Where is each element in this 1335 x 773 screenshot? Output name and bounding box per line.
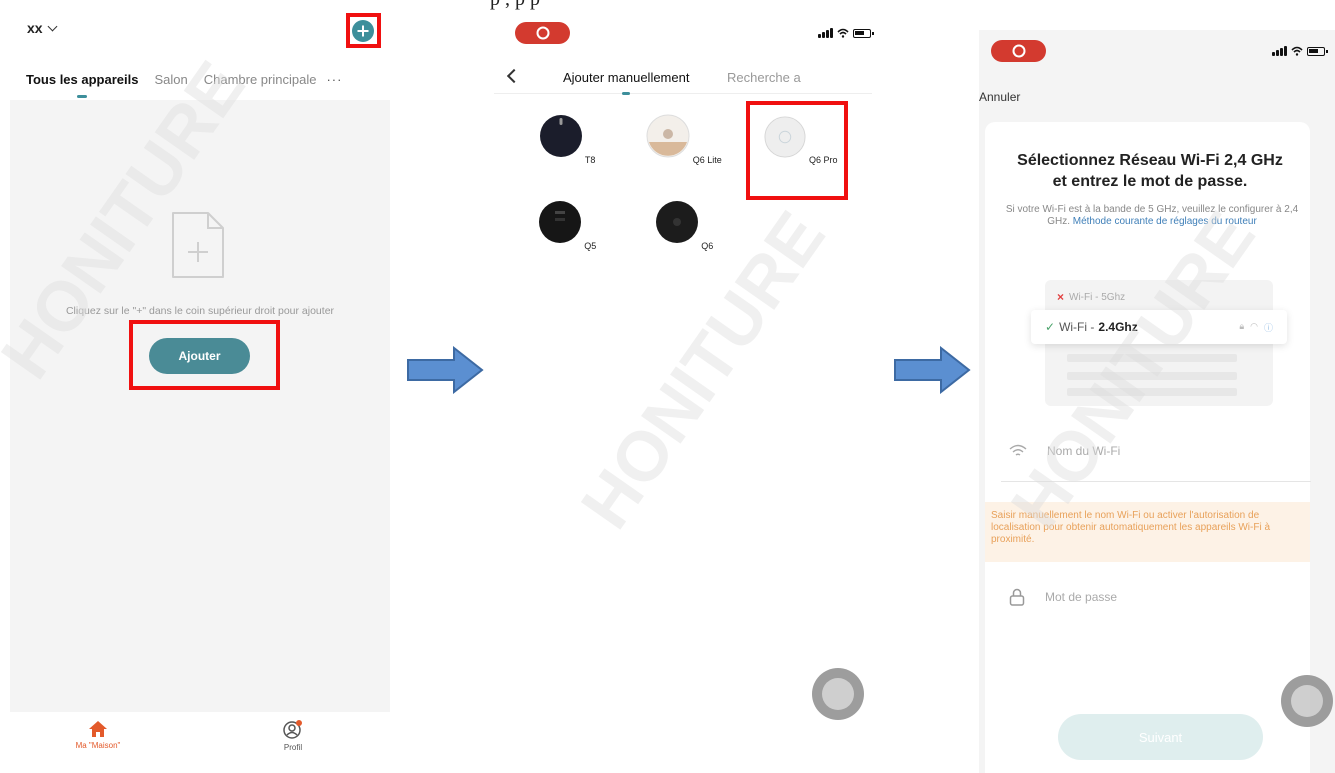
nav-profile[interactable]: Profil: [243, 720, 343, 752]
password-placeholder: Mot de passe: [1045, 590, 1118, 604]
home-name: xx: [27, 20, 43, 36]
screen-wifi-setup: Annuler Sélectionnez Réseau Wi-Fi 2,4 GH…: [979, 30, 1335, 773]
caption-text: p , p p: [490, 0, 540, 11]
password-field[interactable]: Mot de passe: [1009, 582, 1309, 612]
wifi-name-field[interactable]: Nom du Wi-Fi: [1009, 436, 1309, 466]
assistive-touch-button[interactable]: [1281, 675, 1333, 727]
wifi-illustration: × Wi-Fi - 5Ghz ✓ Wi-Fi - 2.4Ghz 🔒︎ ◠ ⓘ: [1031, 280, 1287, 406]
battery-icon: [852, 29, 874, 38]
back-icon[interactable]: [506, 68, 522, 84]
highlight-box-q6-pro: [746, 101, 848, 200]
lock-icon: [1009, 588, 1025, 606]
router-help-link[interactable]: Méthode courante de réglages du routeur: [1073, 216, 1257, 227]
battery-icon: [1306, 47, 1328, 56]
status-bar-icons: [818, 28, 874, 38]
empty-file-icon: [172, 212, 224, 278]
home-selector[interactable]: xx: [27, 20, 58, 36]
page-title: Sélectionnez Réseau Wi-Fi 2,4 GHz et ent…: [985, 150, 1315, 192]
signal-icon: [1272, 46, 1287, 56]
top-bar: xx: [10, 0, 390, 58]
tab-salon[interactable]: Salon: [154, 72, 187, 87]
device-q5[interactable]: Q5: [522, 200, 612, 251]
wifi-24-band: 2.4Ghz: [1098, 320, 1138, 334]
status-bar-icons: [1272, 46, 1328, 56]
tab-search[interactable]: Recherche a: [727, 70, 801, 85]
wifi-5-band: 5Ghz: [1101, 291, 1126, 303]
device-t8[interactable]: T8: [522, 114, 612, 165]
device-label: T8: [584, 155, 596, 165]
wifi-form-card: Sélectionnez Réseau Wi-Fi 2,4 GHz et ent…: [985, 122, 1311, 773]
nav-home-label: Ma "Maison": [75, 741, 121, 750]
room-tabs: Tous les appareils Salon Chambre princip…: [10, 66, 390, 92]
home-icon: [89, 721, 107, 737]
lock-icon: 🔒︎: [1239, 321, 1245, 331]
add-header: Ajouter manuellement Recherche a: [494, 62, 872, 94]
device-label: Q5: [584, 241, 597, 251]
nav-profile-label: Profil: [283, 743, 303, 752]
wifi-band-hint: Si votre Wi-Fi est à la bande de 5 GHz, …: [997, 204, 1307, 228]
info-icon: ⓘ: [1263, 323, 1273, 333]
wifi-5ghz-row: × Wi-Fi - 5Ghz: [1057, 290, 1125, 304]
highlight-box-add-icon: [346, 13, 381, 48]
wifi-5-prefix: Wi-Fi -: [1069, 291, 1102, 303]
wifi-icon: [1009, 444, 1027, 456]
cancel-button[interactable]: Annuler: [979, 90, 1020, 104]
robot-t8-icon: [539, 115, 582, 157]
wifi-24ghz-row: ✓ Wi-Fi - 2.4Ghz 🔒︎ ◠ ⓘ: [1031, 310, 1287, 344]
profile-icon: [283, 720, 302, 739]
tab-add-manually[interactable]: Ajouter manuellement: [563, 70, 689, 85]
signal-icon: [818, 28, 833, 38]
nav-home[interactable]: Ma "Maison": [48, 720, 148, 750]
check-icon: ✓: [1045, 320, 1056, 334]
wifi-row-icons: 🔒︎ ◠ ⓘ: [1239, 321, 1273, 334]
robot-q6-icon: [655, 201, 698, 243]
tab-all-devices[interactable]: Tous les appareils: [26, 72, 138, 87]
wifi-icon: ◠: [1250, 321, 1258, 331]
device-q6-lite[interactable]: Q6 Lite: [639, 114, 729, 165]
wifi-24-prefix: Wi-Fi -: [1059, 320, 1095, 334]
placeholder-line: [1067, 372, 1237, 380]
empty-state-text: Cliquez sur le "+" dans le coin supérieu…: [65, 305, 335, 317]
highlight-box-add-button: [129, 320, 280, 390]
robot-q5-icon: [538, 201, 581, 243]
wifi-name-placeholder: Nom du Wi-Fi: [1047, 444, 1121, 458]
assistive-touch-button[interactable]: [812, 668, 864, 720]
location-warning: Saisir manuellement le nom Wi-Fi ou acti…: [985, 502, 1310, 562]
cross-icon: ×: [1057, 290, 1065, 304]
arrow-right-icon: [407, 346, 484, 394]
placeholder-line: [1067, 354, 1237, 362]
device-label: Q6: [701, 241, 714, 251]
device-label: Q6 Lite: [692, 155, 722, 165]
chevron-down-icon: [47, 21, 58, 31]
recording-indicator: [991, 40, 1046, 62]
title-line-1: Sélectionnez Réseau Wi-Fi 2,4 GHz: [1017, 152, 1283, 169]
arrow-right-icon: [894, 346, 971, 394]
tab-chambre-principale[interactable]: Chambre principale: [204, 72, 317, 87]
empty-state-area: Cliquez sur le "+" dans le coin supérieu…: [10, 100, 390, 712]
stage: p , p p xx Tous les appareils Salon Cham…: [0, 0, 1335, 773]
robot-q6-lite-icon: [646, 114, 690, 158]
wifi-status-icon: [836, 28, 849, 38]
divider: [1001, 481, 1311, 482]
screen-home: xx Tous les appareils Salon Chambre prin…: [10, 0, 390, 773]
title-line-2: et entrez le mot de passe.: [1052, 173, 1248, 190]
device-q6[interactable]: Q6: [639, 200, 729, 251]
bottom-nav: Ma "Maison" Profil: [10, 712, 390, 773]
more-tabs-icon[interactable]: ···: [326, 72, 342, 87]
recording-indicator: [515, 22, 570, 44]
wifi-status-icon: [1290, 46, 1303, 56]
next-button[interactable]: Suivant: [1058, 714, 1263, 760]
screen-add-device: Ajouter manuellement Recherche a T8 Q6 L…: [494, 14, 874, 773]
placeholder-line: [1067, 388, 1237, 396]
